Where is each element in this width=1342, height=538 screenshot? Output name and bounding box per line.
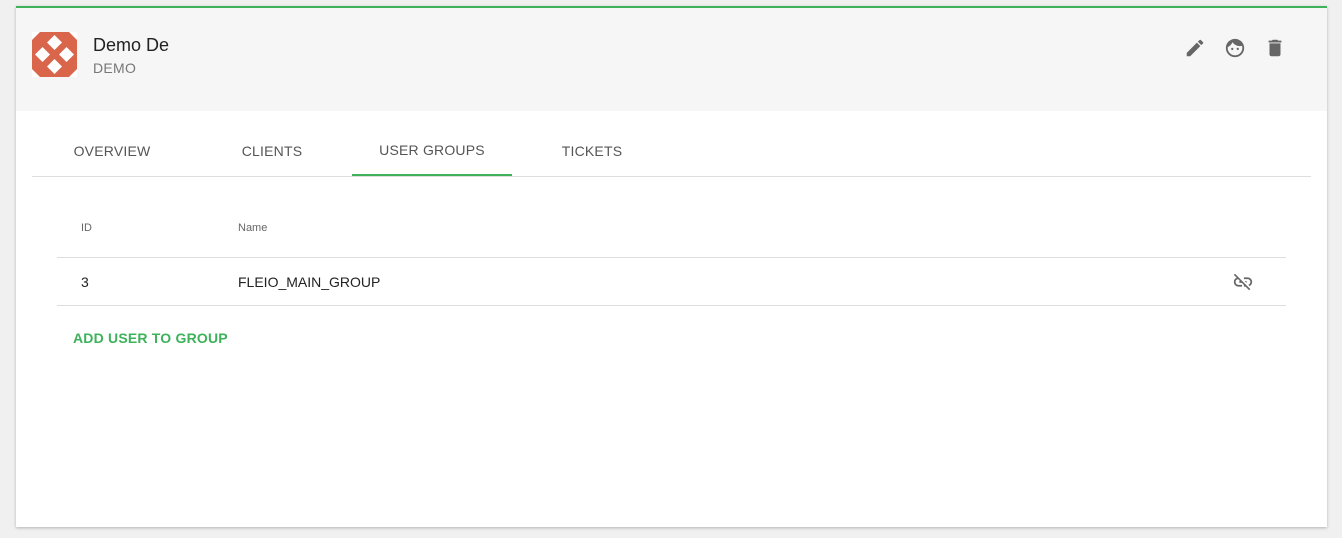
face-icon xyxy=(1225,38,1245,58)
column-header-name: Name xyxy=(238,222,268,234)
table-row: 3 FLEIO_MAIN_GROUP xyxy=(57,258,1286,306)
user-details-card: Demo De DEMO OVERVIEW CLIENTS USER GROUP… xyxy=(16,6,1327,527)
column-header-id: ID xyxy=(81,222,92,234)
edit-button[interactable] xyxy=(1183,36,1207,60)
table-header: ID Name xyxy=(57,202,1286,258)
pencil-icon xyxy=(1186,39,1204,57)
tab-user-groups[interactable]: USER GROUPS xyxy=(352,125,512,176)
remove-from-group-button[interactable] xyxy=(1232,271,1254,293)
tab-clients[interactable]: CLIENTS xyxy=(192,125,352,176)
group-name-cell: FLEIO_MAIN_GROUP xyxy=(238,274,381,290)
add-user-to-group-button[interactable]: ADD USER TO GROUP xyxy=(73,330,228,346)
tab-overview[interactable]: OVERVIEW xyxy=(32,125,192,176)
user-username: DEMO xyxy=(93,60,137,76)
card-header: Demo De DEMO xyxy=(16,8,1327,111)
group-id-cell: 3 xyxy=(81,274,89,290)
delete-button[interactable] xyxy=(1263,36,1287,60)
impersonate-button[interactable] xyxy=(1223,36,1247,60)
tab-tickets[interactable]: TICKETS xyxy=(512,125,672,176)
user-groups-table: ID Name 3 FLEIO_MAIN_GROUP xyxy=(57,202,1286,306)
header-actions xyxy=(1183,36,1287,60)
trash-icon xyxy=(1268,39,1282,57)
tab-bar: OVERVIEW CLIENTS USER GROUPS TICKETS xyxy=(32,125,1311,177)
avatar xyxy=(32,32,77,77)
link-off-icon xyxy=(1233,273,1253,291)
user-name: Demo De xyxy=(93,35,170,55)
